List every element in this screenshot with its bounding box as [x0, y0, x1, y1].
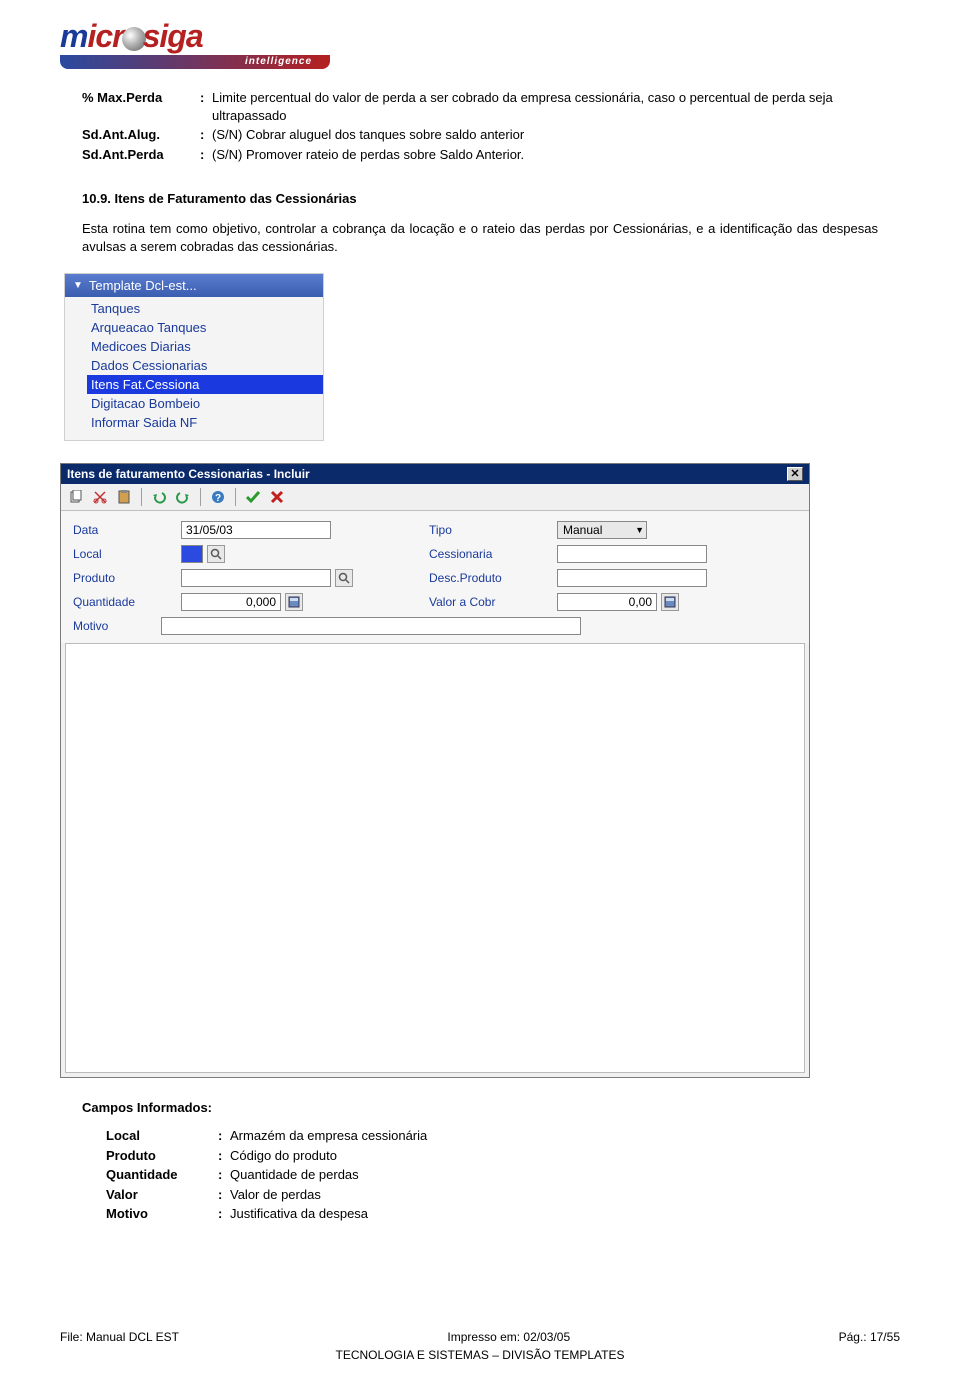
- footer-page: Pág.: 17/55: [839, 1330, 900, 1344]
- section-paragraph: Esta rotina tem como objetivo, controlar…: [82, 220, 878, 255]
- calculator-icon[interactable]: [285, 593, 303, 611]
- campos-label: Local: [106, 1127, 218, 1145]
- field-label-quantidade: Quantidade: [73, 595, 163, 609]
- dialog-window: Itens de faturamento Cessionarias - Incl…: [60, 463, 810, 1078]
- undo-icon[interactable]: [150, 488, 168, 506]
- toolbar-divider: [141, 488, 142, 506]
- campos-text: Código do produto: [230, 1147, 900, 1165]
- descproduto-input[interactable]: [557, 569, 707, 587]
- campos-heading: Campos Informados:: [82, 1100, 900, 1115]
- definition-row: % Max.Perda : Limite percentual do valor…: [82, 89, 900, 124]
- menu-item[interactable]: Medicoes Diarias: [87, 337, 323, 356]
- chevron-down-icon: ▼: [73, 280, 83, 291]
- menu-header[interactable]: ▼ Template Dcl-est...: [65, 274, 323, 297]
- toolbar-divider: [200, 488, 201, 506]
- logo-subtitle: intelligence: [60, 55, 330, 69]
- cut-icon[interactable]: [91, 488, 109, 506]
- field-label-produto: Produto: [73, 571, 163, 585]
- close-icon[interactable]: ✕: [787, 467, 803, 481]
- campos-label: Valor: [106, 1186, 218, 1204]
- search-icon[interactable]: [335, 569, 353, 587]
- campos-row: Quantidade : Quantidade de perdas: [106, 1166, 900, 1184]
- valorcobr-input[interactable]: [557, 593, 657, 611]
- definition-text: (S/N) Cobrar aluguel dos tanques sobre s…: [212, 126, 900, 144]
- help-icon[interactable]: ?: [209, 488, 227, 506]
- campos-text: Armazém da empresa cessionária: [230, 1127, 900, 1145]
- campos-row: Produto : Código do produto: [106, 1147, 900, 1165]
- logo-wordmark: micrsiga: [60, 18, 330, 55]
- data-input[interactable]: [181, 521, 331, 539]
- menu-panel: ▼ Template Dcl-est... Tanques Arqueacao …: [64, 273, 324, 441]
- section-title: Itens de Faturamento das Cessionárias: [115, 191, 357, 206]
- paste-icon[interactable]: [115, 488, 133, 506]
- field-label-motivo: Motivo: [73, 619, 151, 633]
- definition-sep: :: [200, 146, 212, 164]
- tipo-selected-value: Manual: [563, 523, 602, 537]
- calculator-icon[interactable]: [661, 593, 679, 611]
- definitions-block: % Max.Perda : Limite percentual do valor…: [82, 89, 900, 163]
- footer-org: TECNOLOGIA E SISTEMAS – DIVISÃO TEMPLATE…: [60, 1348, 900, 1362]
- cessionaria-input[interactable]: [557, 545, 707, 563]
- campos-text: Valor de perdas: [230, 1186, 900, 1204]
- dialog-titlebar: Itens de faturamento Cessionarias - Incl…: [61, 464, 809, 484]
- redo-icon[interactable]: [174, 488, 192, 506]
- section-heading: 10.9. Itens de Faturamento das Cessionár…: [82, 191, 900, 206]
- menu-item[interactable]: Dados Cessionarias: [87, 356, 323, 375]
- chevron-down-icon: ▼: [635, 525, 644, 535]
- menu-item[interactable]: Digitacao Bombeio: [87, 394, 323, 413]
- motivo-input[interactable]: [161, 617, 581, 635]
- menu-item-selected[interactable]: Itens Fat.Cessiona: [87, 375, 323, 394]
- campos-text: Justificativa da despesa: [230, 1205, 900, 1223]
- dialog-toolbar: ?: [61, 484, 809, 511]
- svg-text:?: ?: [215, 493, 221, 504]
- dialog-body-area: [65, 643, 805, 1073]
- campos-row: Motivo : Justificativa da despesa: [106, 1205, 900, 1223]
- definition-row: Sd.Ant.Alug. : (S/N) Cobrar aluguel dos …: [82, 126, 900, 144]
- definition-label: % Max.Perda: [82, 89, 200, 124]
- field-label-cessionaria: Cessionaria: [429, 547, 539, 561]
- footer-file: File: Manual DCL EST: [60, 1330, 179, 1344]
- search-icon[interactable]: [207, 545, 225, 563]
- local-input[interactable]: [181, 545, 203, 563]
- definition-text: (S/N) Promover rateio de perdas sobre Sa…: [212, 146, 900, 164]
- tipo-select[interactable]: Manual ▼: [557, 521, 647, 539]
- campos-block: Local : Armazém da empresa cessionária P…: [106, 1127, 900, 1223]
- toolbar-divider: [235, 488, 236, 506]
- dialog-form: Data Tipo Manual ▼ Local Cessionaria Pro…: [61, 511, 809, 643]
- field-label-local: Local: [73, 547, 163, 561]
- menu-item[interactable]: Tanques: [87, 299, 323, 318]
- page-footer: File: Manual DCL EST Impresso em: 02/03/…: [60, 1330, 900, 1362]
- menu-item[interactable]: Informar Saida NF: [87, 413, 323, 432]
- definition-label: Sd.Ant.Perda: [82, 146, 200, 164]
- field-label-data: Data: [73, 523, 163, 537]
- campos-label: Motivo: [106, 1205, 218, 1223]
- menu-item[interactable]: Arqueacao Tanques: [87, 318, 323, 337]
- field-label-valorcobr: Valor a Cobr: [429, 595, 539, 609]
- menu-header-label: Template Dcl-est...: [89, 278, 197, 293]
- field-label-descproduto: Desc.Produto: [429, 571, 539, 585]
- dialog-title: Itens de faturamento Cessionarias - Incl…: [67, 467, 310, 481]
- definition-sep: :: [200, 126, 212, 144]
- campos-row: Valor : Valor de perdas: [106, 1186, 900, 1204]
- campos-row: Local : Armazém da empresa cessionária: [106, 1127, 900, 1145]
- logo: micrsiga intelligence: [60, 18, 330, 69]
- menu-item-list: Tanques Arqueacao Tanques Medicoes Diari…: [65, 297, 323, 440]
- copy-icon[interactable]: [67, 488, 85, 506]
- definition-label: Sd.Ant.Alug.: [82, 126, 200, 144]
- quantidade-input[interactable]: [181, 593, 281, 611]
- cancel-icon[interactable]: [268, 488, 286, 506]
- definition-sep: :: [200, 89, 212, 124]
- definition-text: Limite percentual do valor de perda a se…: [212, 89, 900, 124]
- field-label-tipo: Tipo: [429, 523, 539, 537]
- section-number: 10.9.: [82, 191, 111, 206]
- campos-label: Produto: [106, 1147, 218, 1165]
- produto-input[interactable]: [181, 569, 331, 587]
- ok-icon[interactable]: [244, 488, 262, 506]
- definition-row: Sd.Ant.Perda : (S/N) Promover rateio de …: [82, 146, 900, 164]
- campos-label: Quantidade: [106, 1166, 218, 1184]
- campos-text: Quantidade de perdas: [230, 1166, 900, 1184]
- footer-printed: Impresso em: 02/03/05: [447, 1330, 570, 1344]
